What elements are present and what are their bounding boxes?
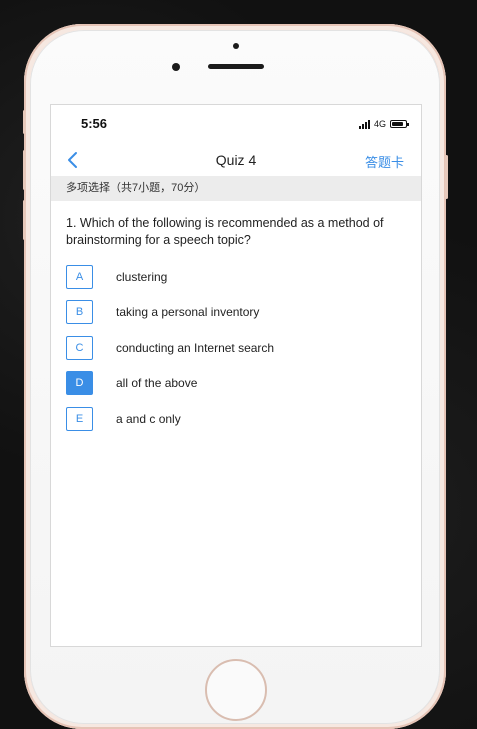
- status-bar: 5:56 4G: [51, 105, 421, 145]
- option-label: conducting an Internet search: [116, 340, 275, 355]
- nav-bar: Quiz 4 答题卡: [51, 145, 421, 175]
- side-button-volume-up: [23, 150, 26, 190]
- status-time: 5:56: [81, 116, 108, 131]
- home-button[interactable]: [205, 659, 267, 721]
- signal-bars-icon: [358, 119, 370, 129]
- battery-icon: [390, 120, 409, 128]
- option-c[interactable]: C conducting an Internet search: [66, 334, 406, 361]
- option-b[interactable]: B taking a personal inventory: [66, 299, 406, 326]
- option-letter: D: [66, 371, 93, 395]
- option-label: a and c only: [116, 411, 181, 426]
- option-e[interactable]: E a and c only: [66, 405, 406, 432]
- option-letter: B: [66, 300, 93, 324]
- side-button-volume-down: [23, 200, 26, 240]
- option-label: all of the above: [116, 376, 198, 390]
- option-a[interactable]: A clustering: [66, 263, 406, 290]
- earpiece-speaker: [208, 64, 264, 69]
- option-d[interactable]: D all of the above: [66, 370, 406, 397]
- phone-screen: 5:56 4G Quiz 4 答题卡 多项选择（共7小题，70分） 1. Whi…: [50, 104, 422, 647]
- front-camera: [172, 63, 180, 71]
- option-label: clustering: [116, 269, 168, 284]
- side-button-mute: [23, 110, 26, 134]
- question-text: 1. Which of the following is recommended…: [66, 216, 384, 247]
- option-letter: C: [66, 335, 93, 360]
- option-label: taking a personal inventory: [116, 305, 260, 319]
- side-button-power: [445, 155, 448, 199]
- answer-card-button[interactable]: 答题卡: [365, 152, 404, 171]
- proximity-sensor: [233, 43, 239, 49]
- option-letter: A: [66, 264, 93, 289]
- section-header: 多项选择（共7小题，70分）: [51, 176, 421, 201]
- options-list: A clustering B taking a personal invento…: [66, 263, 406, 441]
- network-label: 4G: [373, 119, 386, 129]
- status-indicators: 4G: [358, 116, 409, 132]
- option-letter: E: [66, 406, 93, 431]
